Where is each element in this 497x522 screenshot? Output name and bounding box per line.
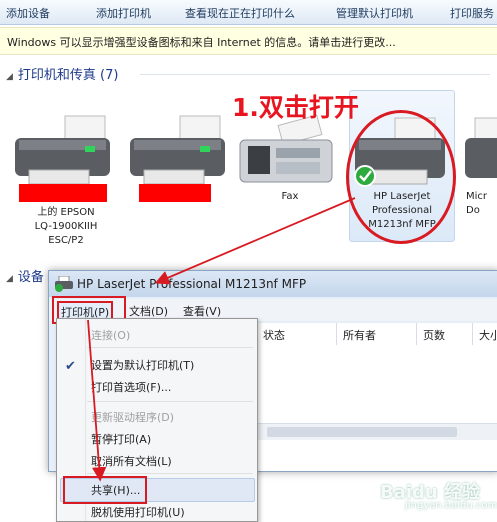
annotation-arrows	[87, 197, 356, 482]
arrow-to-window	[154, 197, 356, 285]
arrow-to-share	[87, 319, 107, 482]
watermark-url: jingyan.baidu.com	[405, 500, 497, 511]
